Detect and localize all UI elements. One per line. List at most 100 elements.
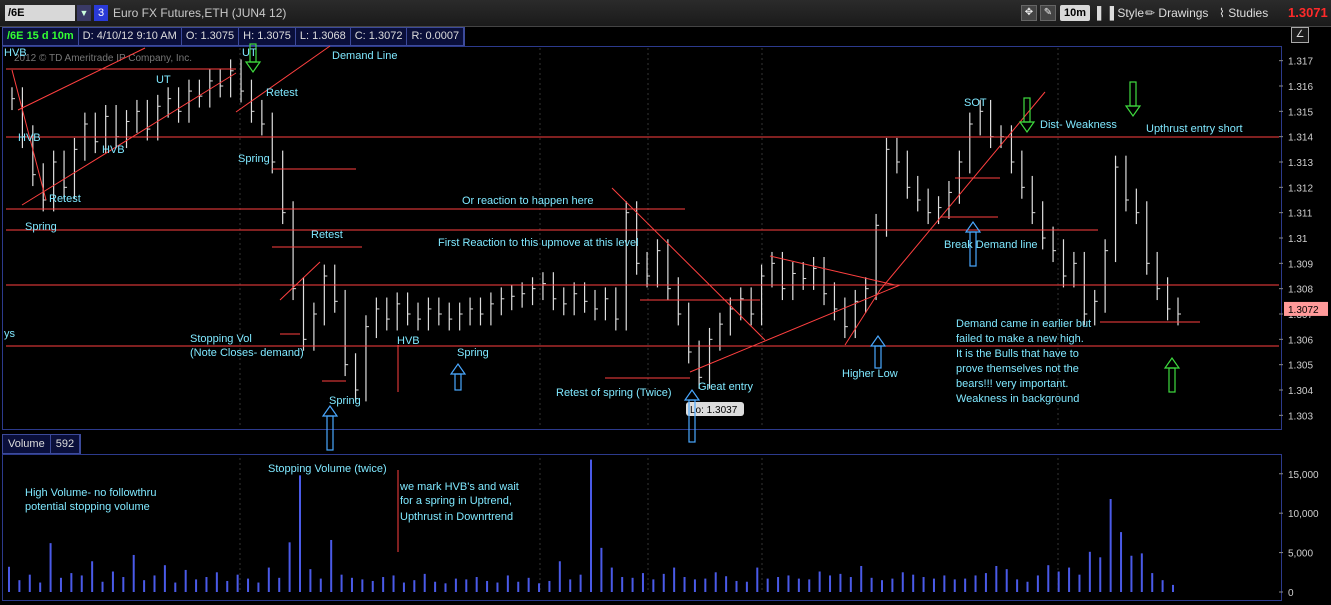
price-tick-label: 1.305 (1288, 361, 1313, 372)
price-annotation: Break Demand line (944, 239, 1038, 251)
price-annotation: Spring (238, 153, 270, 165)
volume-bar (1161, 580, 1164, 592)
volume-bar (496, 582, 499, 592)
volume-bar (91, 561, 94, 592)
volume-bar (631, 577, 634, 592)
volume-bar (163, 565, 166, 592)
annotation-trend-line (689, 284, 901, 373)
volume-bar (18, 580, 21, 592)
volume-bar (756, 567, 759, 592)
volume-bar (527, 577, 530, 592)
price-annotation: (Note Closes- demand) (190, 347, 304, 359)
volume-bar (953, 579, 956, 592)
volume-annotation: High Volume- no followthru (25, 487, 156, 499)
volume-bar (932, 578, 935, 592)
volume-bar (195, 579, 198, 592)
volume-bar (1151, 573, 1154, 592)
price-tick-label: 1.312 (1288, 183, 1313, 194)
price-annotation: Retest (49, 193, 81, 205)
volume-bar (371, 580, 374, 592)
price-tick-label: 1.308 (1288, 285, 1313, 296)
volume-bar (569, 579, 572, 592)
volume-bar (319, 578, 322, 592)
volume-bar (693, 579, 696, 592)
volume-bar (704, 578, 707, 592)
volume-bar (39, 582, 42, 592)
price-annotation: Retest (311, 229, 343, 241)
volume-bar (943, 575, 946, 592)
volume-bar (184, 569, 187, 592)
price-annotation: First Reaction to this upmove at this le… (438, 237, 639, 249)
volume-bar (558, 561, 561, 592)
volume-bar (49, 543, 52, 592)
chart-canvas: 1.317 1.316 1.315 1.314 1.313 1.312 1.311 1.31 1… (4, 43, 1328, 599)
volume-bar (350, 577, 353, 592)
volume-bar (860, 565, 863, 592)
volume-bar (745, 581, 748, 592)
up-arrow-icon (869, 334, 887, 369)
volume-bar (444, 583, 447, 592)
up-arrow-icon (321, 404, 339, 451)
price-annotation: Weakness in background (956, 393, 1079, 405)
volume-bar (28, 574, 31, 592)
volume-bar (434, 581, 437, 592)
volume-bar (901, 572, 904, 592)
volume-bar (59, 577, 62, 592)
volume-bar (1172, 584, 1174, 592)
volume-bar (787, 575, 790, 592)
volume-bar (465, 579, 468, 592)
volume-bar (662, 573, 665, 592)
volume-bar (475, 577, 478, 592)
volume-bar (70, 573, 73, 592)
volume-bar (506, 575, 509, 592)
volume-bar (1016, 579, 1019, 592)
price-annotation: It is the Bulls that have to (956, 348, 1079, 360)
volume-bar (600, 547, 603, 592)
volume-bar (413, 580, 416, 592)
volume-bar (974, 575, 977, 592)
volume-bar (579, 574, 582, 592)
volume-bar (1099, 557, 1102, 592)
price-annotation: UT (156, 74, 171, 86)
volume-tick-label: 0 (1288, 588, 1294, 599)
volume-bar (984, 573, 987, 592)
volume-bar (226, 580, 229, 592)
volume-bar (1088, 551, 1091, 592)
up-arrow-icon (449, 362, 467, 391)
price-annotation: SOT (964, 97, 987, 109)
volume-bar (870, 577, 873, 592)
price-annotation: Spring (457, 347, 489, 359)
price-tick-label: 1.31 (1288, 234, 1308, 245)
volume-tick-label: 15,000 (1288, 470, 1319, 481)
volume-bar (1036, 575, 1039, 592)
price-tick-label: 1.309 (1288, 259, 1313, 270)
volume-bar (247, 578, 250, 592)
price-tick-label: 1.317 (1288, 57, 1313, 68)
volume-bar (215, 572, 218, 592)
annotation-trend-line (279, 261, 321, 301)
volume-bar (111, 571, 114, 592)
price-annotation: prove themselves not the (956, 363, 1079, 375)
volume-bar (725, 576, 728, 592)
price-annotation: Retest of spring (Twice) (556, 387, 672, 399)
volume-bar (8, 566, 10, 592)
volume-bar (1026, 581, 1029, 592)
volume-bar (1005, 569, 1008, 592)
volume-bar (257, 582, 260, 592)
volume-bar (1120, 532, 1123, 592)
price-annotation: Demand Line (332, 50, 397, 62)
price-annotation: ys (4, 328, 16, 340)
last-price-tag-label: 1.3072 (1288, 305, 1319, 316)
price-tick-label: 1.315 (1288, 107, 1313, 118)
volume-bar (1109, 498, 1112, 592)
volume-bar (808, 579, 811, 592)
volume-bar (236, 574, 239, 592)
volume-bar (80, 575, 83, 592)
volume-bar (486, 580, 489, 592)
price-tick-label: 1.306 (1288, 335, 1313, 346)
volume-bar (912, 574, 915, 592)
volume-bar (829, 575, 832, 592)
volume-bar (299, 475, 301, 592)
volume-bar (517, 581, 520, 592)
price-annotation: Stopping Vol (190, 333, 252, 345)
